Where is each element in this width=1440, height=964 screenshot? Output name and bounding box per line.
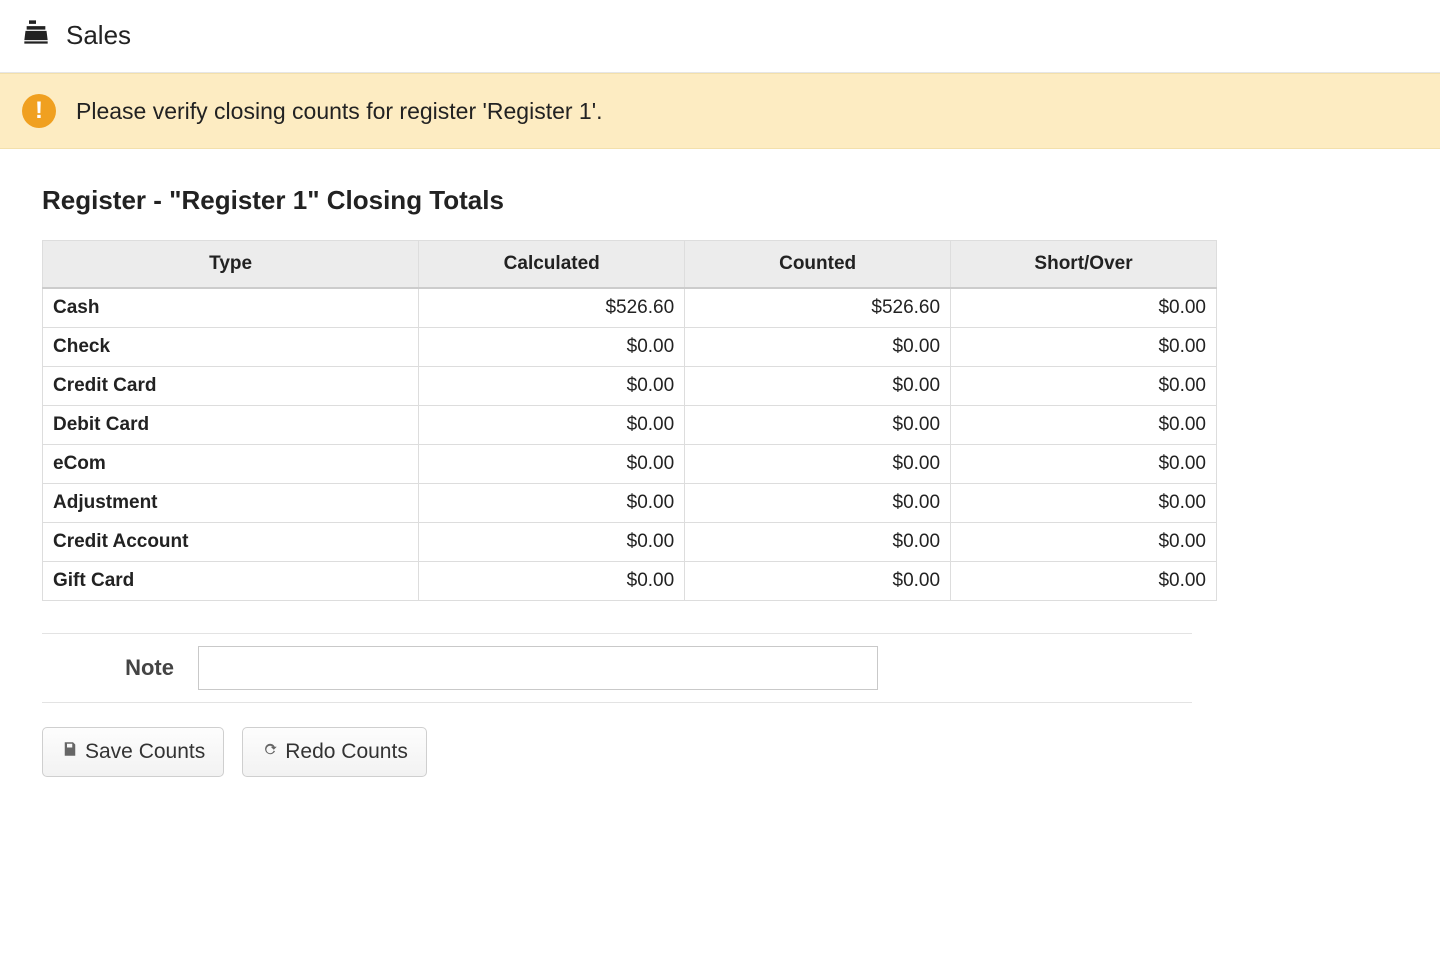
cell-short_over: $0.00 <box>951 445 1217 484</box>
th-calculated: Calculated <box>419 241 685 289</box>
cell-type: Debit Card <box>43 406 419 445</box>
cell-short_over: $0.00 <box>951 406 1217 445</box>
redo-counts-label: Redo Counts <box>285 740 408 764</box>
cell-short_over: $0.00 <box>951 562 1217 601</box>
cell-calculated: $0.00 <box>419 562 685 601</box>
table-row: Credit Account$0.00$0.00$0.00 <box>43 523 1217 562</box>
th-type: Type <box>43 241 419 289</box>
table-row: Gift Card$0.00$0.00$0.00 <box>43 562 1217 601</box>
cell-type: Adjustment <box>43 484 419 523</box>
note-input[interactable] <box>198 646 878 690</box>
save-counts-label: Save Counts <box>85 740 205 764</box>
cell-counted: $0.00 <box>685 484 951 523</box>
th-short-over: Short/Over <box>951 241 1217 289</box>
cell-short_over: $0.00 <box>951 288 1217 328</box>
table-row: Adjustment$0.00$0.00$0.00 <box>43 484 1217 523</box>
table-row: Check$0.00$0.00$0.00 <box>43 328 1217 367</box>
cell-calculated: $0.00 <box>419 484 685 523</box>
redo-counts-button[interactable]: Redo Counts <box>242 727 427 777</box>
cell-type: Credit Card <box>43 367 419 406</box>
cell-calculated: $0.00 <box>419 367 685 406</box>
alert-banner: ! Please verify closing counts for regis… <box>0 73 1440 149</box>
cell-calculated: $0.00 <box>419 445 685 484</box>
cell-counted: $0.00 <box>685 367 951 406</box>
cell-calculated: $0.00 <box>419 406 685 445</box>
save-counts-button[interactable]: Save Counts <box>42 727 224 777</box>
button-row: Save Counts Redo Counts <box>42 727 1398 777</box>
cell-short_over: $0.00 <box>951 484 1217 523</box>
cash-register-icon <box>22 18 50 52</box>
closing-totals-table: Type Calculated Counted Short/Over Cash$… <box>42 240 1217 601</box>
cell-counted: $526.60 <box>685 288 951 328</box>
cell-short_over: $0.00 <box>951 367 1217 406</box>
cell-short_over: $0.00 <box>951 523 1217 562</box>
table-row: eCom$0.00$0.00$0.00 <box>43 445 1217 484</box>
warning-icon: ! <box>22 94 56 128</box>
cell-counted: $0.00 <box>685 406 951 445</box>
cell-counted: $0.00 <box>685 562 951 601</box>
cell-counted: $0.00 <box>685 523 951 562</box>
note-label: Note <box>42 655 182 681</box>
cell-calculated: $0.00 <box>419 328 685 367</box>
table-row: Cash$526.60$526.60$0.00 <box>43 288 1217 328</box>
page-title: Sales <box>66 20 131 51</box>
cell-counted: $0.00 <box>685 328 951 367</box>
cell-type: Cash <box>43 288 419 328</box>
th-counted: Counted <box>685 241 951 289</box>
cell-type: Gift Card <box>43 562 419 601</box>
refresh-icon <box>261 740 279 764</box>
cell-type: Check <box>43 328 419 367</box>
save-icon <box>61 740 79 764</box>
cell-type: Credit Account <box>43 523 419 562</box>
section-heading: Register - "Register 1" Closing Totals <box>42 185 1398 216</box>
cell-counted: $0.00 <box>685 445 951 484</box>
alert-message: Please verify closing counts for registe… <box>76 98 603 125</box>
note-row: Note <box>42 633 1192 703</box>
cell-calculated: $0.00 <box>419 523 685 562</box>
page-header: Sales <box>0 0 1440 73</box>
main-content: Register - "Register 1" Closing Totals T… <box>0 149 1440 813</box>
cell-calculated: $526.60 <box>419 288 685 328</box>
table-row: Debit Card$0.00$0.00$0.00 <box>43 406 1217 445</box>
table-row: Credit Card$0.00$0.00$0.00 <box>43 367 1217 406</box>
cell-short_over: $0.00 <box>951 328 1217 367</box>
cell-type: eCom <box>43 445 419 484</box>
